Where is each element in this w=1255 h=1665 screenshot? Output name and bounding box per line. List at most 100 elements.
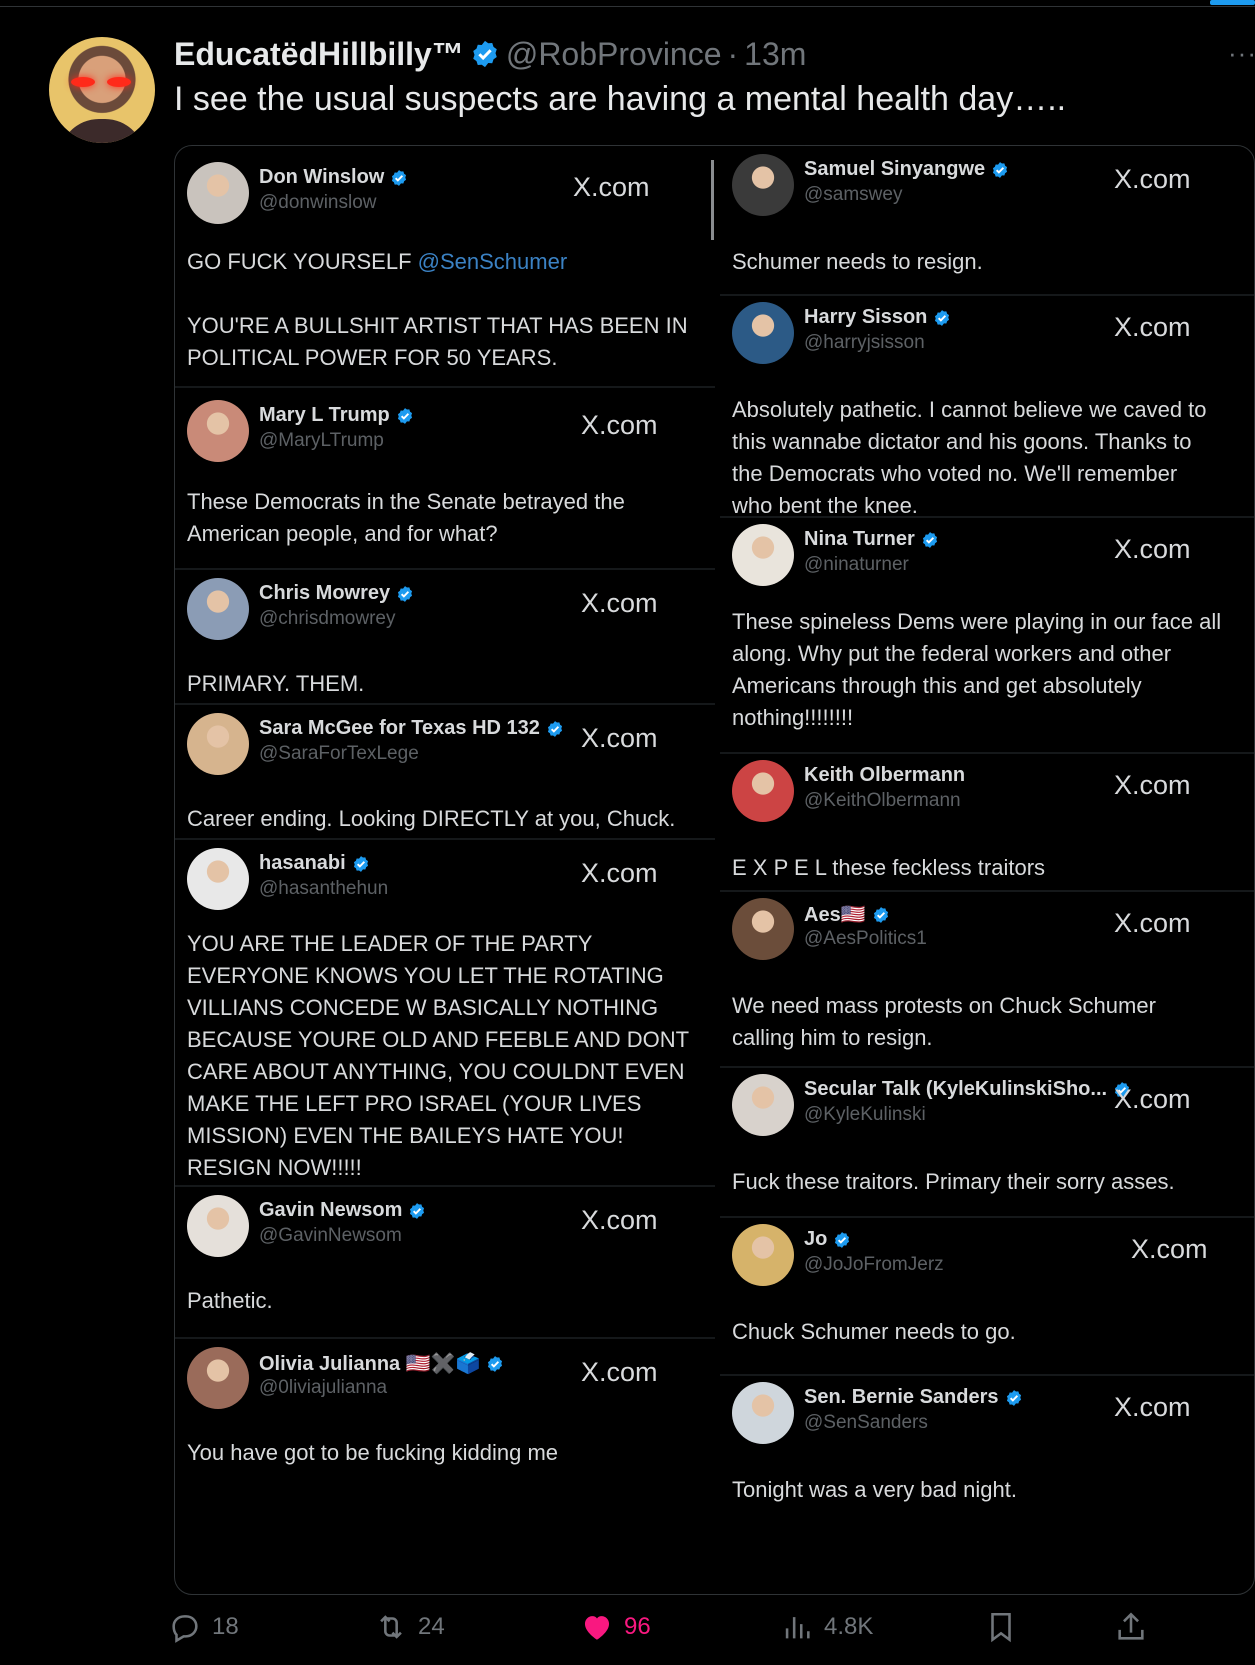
source-label: X.com [581, 723, 658, 753]
tweet-text: Absolutely pathetic. I cannot believe we… [732, 394, 1207, 522]
profile-avatar [732, 302, 794, 364]
profile-avatar [187, 1347, 249, 1409]
profile-handle: @JoJoFromJerz [804, 1254, 944, 1275]
profile-name: Olivia Julianna 🇺🇸✖️🗳️ [259, 1351, 504, 1376]
profile-name: Don Winslow [259, 166, 408, 189]
profile-name-text: hasanabi [259, 852, 346, 874]
column-separator [711, 160, 714, 240]
tweet-text-line: American people, and for what? [187, 521, 498, 546]
verified-badge-icon [398, 585, 413, 602]
profile-avatar [732, 154, 794, 216]
embedded-tweet-card: Keith Olbermann @KeithOlbermann X.com E X P… [720, 752, 1254, 890]
tweet-text: We need mass protests on Chuck Schumer ca… [732, 990, 1156, 1054]
tweet-text-line: E X P E L these feckless traitors [732, 855, 1046, 880]
tweet-text-line [187, 278, 688, 310]
mention-link: @SenSchumer [417, 249, 568, 274]
embedded-tweet-card: Don Winslow @donwinslow X.com GO FUCK YOURS… [175, 146, 715, 386]
source-label: X.com [581, 410, 658, 440]
post-header: EducatëdHillbilly™ @RobProvince · 13m [174, 34, 806, 74]
source-label: X.com [1114, 1084, 1191, 1114]
card-divider [720, 1216, 1254, 1218]
author-avatar[interactable] [49, 37, 155, 143]
repost-icon [380, 1615, 402, 1639]
profile-avatar [732, 1224, 794, 1286]
profile-avatar [732, 898, 794, 960]
verified-badge-icon [353, 855, 368, 872]
embedded-tweet-card: Chris Mowrey @chrisdmowrey X.com PRIMARY. T… [175, 568, 715, 703]
tweet-text-line: YOU ARE THE LEADER OF THE PARTY [187, 931, 593, 956]
source-label: X.com [573, 172, 650, 202]
profile-name-text: Olivia Julianna 🇺🇸✖️🗳️ [259, 1353, 481, 1375]
tweet-text: You have got to be fucking kidding me [187, 1437, 558, 1469]
profile-handle: @ninaturner [804, 554, 909, 575]
source-label: X.com [581, 588, 658, 618]
embedded-tweet-card: Sen. Bernie Sanders @SenSanders X.com Tonig… [720, 1374, 1254, 1594]
source-label: X.com [1114, 1392, 1191, 1422]
author-name[interactable]: EducatëdHillbilly™ [174, 36, 464, 73]
tweet-text-line: PRIMARY. THEM. [187, 671, 365, 696]
profile-name-text: Sara McGee for Texas HD 132 [259, 717, 540, 739]
reply-button[interactable]: 18 [168, 1610, 239, 1644]
embedded-tweet-card: Samuel Sinyangwe @samswey X.com Schumer nee… [720, 146, 1254, 294]
tweet-text: These Democrats in the Senate betrayed t… [187, 486, 625, 550]
card-divider [175, 703, 715, 705]
profile-name: hasanabi [259, 852, 370, 875]
card-divider [720, 1066, 1254, 1068]
verified-badge-icon [993, 161, 1008, 178]
tweet-text-line: Fuck these traitors. Primary their sorry… [732, 1169, 1175, 1194]
embedded-tweet-card: Nina Turner @ninaturner X.com These spinele… [720, 516, 1254, 752]
tweet-text-line: RESIGN NOW!!!!! [187, 1155, 362, 1180]
embedded-tweet-card: Sara McGee for Texas HD 132 @SaraForTexLe… [175, 703, 715, 838]
tweet-text: Fuck these traitors. Primary their sorry… [732, 1166, 1175, 1198]
profile-avatar [187, 162, 249, 224]
verified-badge-icon [473, 40, 497, 68]
profile-handle: @samswey [804, 184, 903, 205]
profile-name-text: Nina Turner [804, 528, 915, 550]
author-handle[interactable]: @RobProvince [506, 36, 722, 73]
tweet-text-line: along. Why put the federal workers and o… [732, 641, 1172, 666]
embedded-tweet-card: Olivia Julianna 🇺🇸✖️🗳️ @0liviajulianna X.c… [175, 1337, 715, 1507]
tweet-text-line: Absolutely pathetic. I cannot believe we… [732, 397, 1207, 422]
source-label: X.com [1131, 1234, 1208, 1264]
post-image[interactable]: Don Winslow @donwinslow X.com GO FUCK YOURS… [174, 145, 1255, 1595]
verified-badge-icon [397, 407, 412, 424]
profile-handle: @donwinslow [259, 192, 377, 213]
tweet-text-line: the Democrats who voted no. We'll rememb… [732, 461, 1178, 486]
profile-name-text: Samuel Sinyangwe [804, 158, 986, 180]
embedded-tweet-card: Harry Sisson @harryjsisson X.com Absolutely… [720, 294, 1254, 518]
tweet-text-line: Schumer needs to resign. [732, 249, 983, 274]
source-label: X.com [1114, 908, 1191, 938]
profile-handle: @0liviajulianna [259, 1377, 388, 1398]
tweet-text-line: calling him to resign. [732, 1025, 933, 1050]
views-button[interactable]: 4.8K [780, 1610, 873, 1644]
embedded-tweet-card: Mary L Trump @MaryLTrump X.com These Democr… [175, 386, 715, 568]
share-button[interactable] [1114, 1610, 1148, 1644]
card-divider [720, 516, 1254, 518]
tweet-text: GO FUCK YOURSELF @SenSchumer YOU'RE A BUL… [187, 246, 688, 374]
source-label: X.com [1114, 770, 1191, 800]
tweet-text-line: EVERYONE KNOWS YOU LET THE ROTATING [187, 963, 664, 988]
verified-badge-icon [873, 906, 888, 923]
post-timestamp[interactable]: 13m [744, 36, 806, 73]
more-options-icon[interactable]: ··· [1228, 38, 1255, 69]
source-label: X.com [581, 1357, 658, 1387]
tweet-text-line: You have got to be fucking kidding me [187, 1440, 559, 1465]
embedded-tweet-card: Jo @JoJoFromJerz X.com Chuck Schumer needs … [720, 1216, 1254, 1374]
profile-avatar [732, 1382, 794, 1444]
tweet-text-line: MISSION) EVEN THE BAILEYS HATE YOU! [187, 1123, 624, 1148]
tweet-text-line: CARE ABOUT ANYTHING, YOU COULDNT EVEN [187, 1059, 685, 1084]
action-bar: 18 24 96 4.8K [172, 1610, 1255, 1654]
profile-name-text: Mary L Trump [259, 404, 390, 426]
profile-handle: @chrisdmowrey [259, 608, 396, 629]
like-button[interactable]: 96 [580, 1610, 651, 1644]
verified-badge-icon [1006, 1389, 1021, 1406]
share-icon [1118, 1612, 1144, 1640]
profile-handle: @KyleKulinski [804, 1104, 926, 1125]
bookmark-button[interactable] [984, 1610, 1018, 1644]
heart-icon [584, 1616, 610, 1640]
tweet-text-line: this wannabe dictator and his goons. Tha… [732, 429, 1192, 454]
repost-button[interactable]: 24 [374, 1610, 445, 1644]
profile-name: Keith Olbermann [804, 764, 965, 787]
profile-avatar [187, 713, 249, 775]
tweet-text-line: YOU'RE A BULLSHIT ARTIST THAT HAS BEEN I… [187, 313, 688, 338]
